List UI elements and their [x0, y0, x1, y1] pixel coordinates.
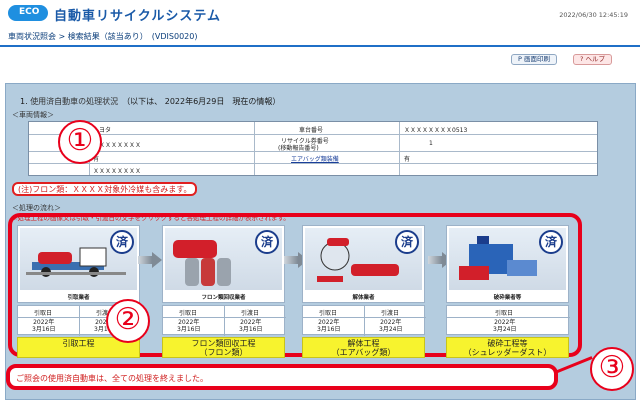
completed-badge: 済 — [539, 230, 563, 254]
section-number: 1. — [20, 97, 31, 106]
chassis-number-label: 車台番号 — [299, 127, 324, 134]
handover-date-label[interactable]: 引渡日 — [381, 308, 399, 317]
stage-name: フロン類回収工程 （フロン類） — [162, 337, 285, 358]
pickup-date-label[interactable]: 引取日 — [34, 308, 52, 317]
completed-badge: 済 — [110, 230, 134, 254]
transfer-report-label: (移動報告番号) — [278, 145, 319, 152]
table-row-divider — [29, 134, 597, 135]
pickup-date-label[interactable]: 引取日 — [179, 308, 197, 317]
chassis-number-value: ＸＸＸＸＸＸＸＸ0513 — [404, 127, 468, 134]
logo-text: ECO — [19, 7, 40, 17]
stage-image[interactable]: 済 解体業者 — [302, 225, 425, 303]
callout-3: ③ — [590, 347, 634, 391]
table-col-divider — [254, 122, 255, 175]
completed-badge: 済 — [255, 230, 279, 254]
completed-badge: 済 — [395, 230, 419, 254]
callout-1: ① — [58, 120, 102, 164]
freon-note: (注)フロン類：ＸＸＸＸ対象外冷媒も含みます。 — [12, 182, 198, 196]
stage-hasai[interactable]: 済 破砕業者等 引取日 2022年 3月24日 破砕工程等 （シュレッダーダスト） — [446, 225, 570, 358]
stage-freon[interactable]: 済 フロン類回収業者 引取日 引渡日 2022年 3月16日 2022年 3月16日… — [162, 225, 286, 358]
breadcrumb: 車両状況照会 > 検索結果（該当あり） (VDIS0020) — [8, 31, 197, 42]
stage-name: 解体工程 （エアバッグ類） — [302, 337, 425, 358]
app-title: 自動車リサイクルシステム — [54, 9, 221, 24]
stage-image[interactable]: 済 引取業者 — [17, 225, 140, 303]
stage-dates: 引取日 引渡日 2022年3月16日 2022年3月16日 — [162, 305, 286, 336]
logo-icon: ECO — [8, 5, 48, 21]
app-header: ECO 自動車リサイクルシステム 2022/06/30 12:45:19 — [0, 0, 640, 26]
handover-date-label[interactable]: 引渡日 — [241, 308, 259, 317]
recycle-ticket-value: 1 — [429, 140, 433, 147]
stage-name: 破砕工程等 （シュレッダーダスト） — [446, 337, 569, 358]
callout-2: ② — [106, 299, 150, 343]
vehicle-info-subhead: ＜車両情報＞ — [12, 111, 54, 119]
section-title: 1. 使用済自動車の処理状況 （以下は、 2022年6月29日 現在の情報） — [20, 96, 280, 107]
help-button[interactable]: ? ヘルプ — [573, 54, 613, 65]
pickup-date-label[interactable]: 引取日 — [319, 308, 337, 317]
pickup-date: 2022年 3月16日 — [32, 319, 56, 333]
stage-caption: 解体業者 — [352, 295, 375, 301]
pickup-date: 2022年 3月16日 — [317, 319, 341, 333]
stage-dates: 引取日 引渡日 2022年 3月16日 2022年 3月24日 — [302, 305, 426, 336]
completion-message: ご照会の使用済自動車は、全ての処理を終えました。 — [16, 374, 208, 383]
section-date-note: （以下は、 2022年6月29日 現在の情報） — [126, 97, 281, 106]
stage-image[interactable]: 済 破砕業者等 — [446, 225, 569, 303]
print-screen-button[interactable]: P 画面印刷 — [511, 54, 557, 65]
handover-date: 2022年3月16日 — [239, 319, 263, 333]
flow-arrow-icon — [138, 252, 162, 268]
table-col-divider — [399, 122, 400, 175]
handover-date: 2022年 3月24日 — [379, 319, 403, 333]
airbag-equipment-link[interactable]: エアバッグ類装備 — [291, 154, 339, 163]
airbag-equipment-value: 有 — [404, 156, 411, 163]
stage-caption: 破砕業者等 — [493, 295, 522, 301]
stage-dates: 引取日 2022年 3月24日 — [446, 305, 570, 335]
stage-image[interactable]: 済 フロン類回収業者 — [162, 225, 285, 303]
stage-caption: フロン類回収業者 — [201, 295, 246, 301]
stage-kaitai[interactable]: 済 解体業者 引取日 引渡日 2022年 3月16日 2022年 3月24日 解体工… — [302, 225, 426, 358]
pickup-date: 2022年 3月16日 — [177, 319, 201, 333]
section-heading: 使用済自動車の処理状況 — [30, 97, 119, 106]
pickup-date: 2022年 3月24日 — [493, 319, 517, 333]
breadcrumb-text: 車両状況照会 > 検索結果（該当あり） (VDIS0020) — [8, 32, 198, 41]
vehicle-info-table: トヨタ 車台番号 ＸＸＸＸＸＸＸＸ0513 ＸＸＸＸＸＸＸＸ リサイクル券番号 … — [28, 121, 598, 176]
vehicle-row4-value: ＸＸＸＸＸＸＸＸ — [93, 168, 142, 175]
pickup-date-label[interactable]: 引取日 — [495, 308, 513, 317]
completion-message-box: ご照会の使用済自動車は、全ての処理を終えました。 — [6, 364, 558, 390]
table-row-divider — [29, 163, 597, 164]
header-divider — [0, 45, 640, 47]
clock-timestamp: 2022/06/30 12:45:19 — [559, 11, 628, 19]
